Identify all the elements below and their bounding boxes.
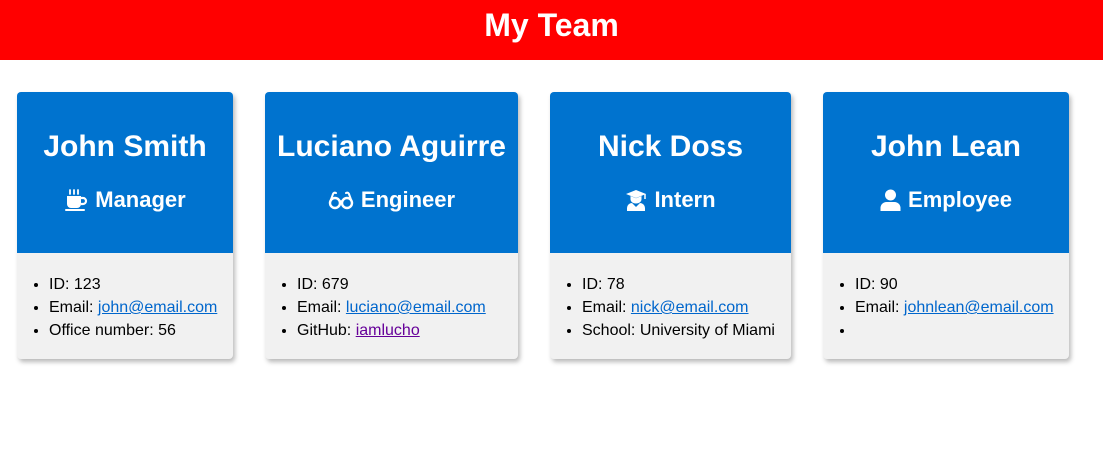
office-number-value: 56 xyxy=(158,322,176,339)
role-label: Intern xyxy=(654,187,716,212)
details-list: ID: 679 Email: luciano@email.com GitHub:… xyxy=(281,273,508,342)
employee-card-engineer: Luciano Aguirre Engineer ID: 679 Email: … xyxy=(265,92,518,359)
page-title: My Team xyxy=(484,7,619,43)
email-link[interactable]: nick@email.com xyxy=(631,299,749,316)
details-list: ID: 78 Email: nick@email.com School: Uni… xyxy=(566,273,781,342)
id-label: ID: xyxy=(49,276,74,293)
card-header: Nick Doss Intern xyxy=(550,92,791,253)
card-header: Luciano Aguirre Engineer xyxy=(265,92,518,253)
office-number-label: Office number: xyxy=(49,322,159,339)
email-item: Email: nick@email.com xyxy=(582,296,781,319)
id-item: ID: 679 xyxy=(297,273,508,296)
email-link[interactable]: johnlean@email.com xyxy=(904,299,1054,316)
github-item: GitHub: iamlucho xyxy=(297,319,508,342)
employee-card-employee: John Lean Employee ID: 90 Email: johnlea… xyxy=(823,92,1069,359)
employee-name: John Lean xyxy=(870,130,1021,163)
email-label: Email: xyxy=(49,299,98,316)
employee-name: Nick Doss xyxy=(597,130,744,163)
github-label: GitHub: xyxy=(297,322,356,339)
id-value: 78 xyxy=(606,276,625,293)
user-icon xyxy=(880,189,901,211)
employee-role: Manager xyxy=(17,187,233,213)
id-label: ID: xyxy=(855,276,880,293)
card-details: ID: 78 Email: nick@email.com School: Uni… xyxy=(550,253,791,342)
role-label: Employee xyxy=(908,187,1012,212)
employee-role: Employee xyxy=(823,187,1069,213)
details-list: ID: 90 Email: johnlean@email.com xyxy=(839,273,1059,342)
employee-name: Luciano Aguirre xyxy=(277,130,506,163)
id-value: 123 xyxy=(73,276,101,293)
page-header: My Team xyxy=(0,0,1103,60)
card-details: ID: 123 Email: john@email.com Office num… xyxy=(17,253,233,342)
graduate-icon xyxy=(625,189,647,211)
email-link[interactable]: luciano@email.com xyxy=(346,299,486,316)
id-label: ID: xyxy=(297,276,322,293)
email-label: Email: xyxy=(582,299,631,316)
id-item: ID: 78 xyxy=(582,273,781,296)
role-label: Engineer xyxy=(360,187,456,212)
school-value: University of Miami xyxy=(639,322,775,339)
email-item: Email: luciano@email.com xyxy=(297,296,508,319)
email-label: Email: xyxy=(855,299,904,316)
details-list: ID: 123 Email: john@email.com Office num… xyxy=(33,273,223,342)
employee-name: John Smith xyxy=(43,130,207,163)
card-header: John Smith Manager xyxy=(17,92,233,253)
office-number-item: Office number: 56 xyxy=(49,319,223,342)
id-item: ID: 90 xyxy=(855,273,1059,296)
employee-card-manager: John Smith Manager ID: 123 Email: john@e… xyxy=(17,92,233,359)
role-label: Manager xyxy=(95,187,186,212)
id-value: 90 xyxy=(879,276,898,293)
card-details: ID: 90 Email: johnlean@email.com xyxy=(823,253,1069,342)
glasses-icon xyxy=(328,189,354,211)
school-label: School: xyxy=(582,322,640,339)
employee-role: Intern xyxy=(550,187,791,213)
email-label: Email: xyxy=(297,299,346,316)
id-item: ID: 123 xyxy=(49,273,223,296)
card-header: John Lean Employee xyxy=(823,92,1069,253)
email-link[interactable]: john@email.com xyxy=(98,299,217,316)
employee-role: Engineer xyxy=(265,187,518,213)
email-item: Email: john@email.com xyxy=(49,296,223,319)
github-link[interactable]: iamlucho xyxy=(356,322,420,339)
id-value: 679 xyxy=(321,276,349,293)
school-item: School: University of Miami xyxy=(582,319,781,342)
card-details: ID: 679 Email: luciano@email.com GitHub:… xyxy=(265,253,518,342)
email-item: Email: johnlean@email.com xyxy=(855,296,1059,319)
id-label: ID: xyxy=(582,276,607,293)
employee-card-intern: Nick Doss Intern ID: 78 Email: nick@emai… xyxy=(550,92,791,359)
empty-item xyxy=(855,319,1059,342)
coffee-icon xyxy=(64,189,88,211)
